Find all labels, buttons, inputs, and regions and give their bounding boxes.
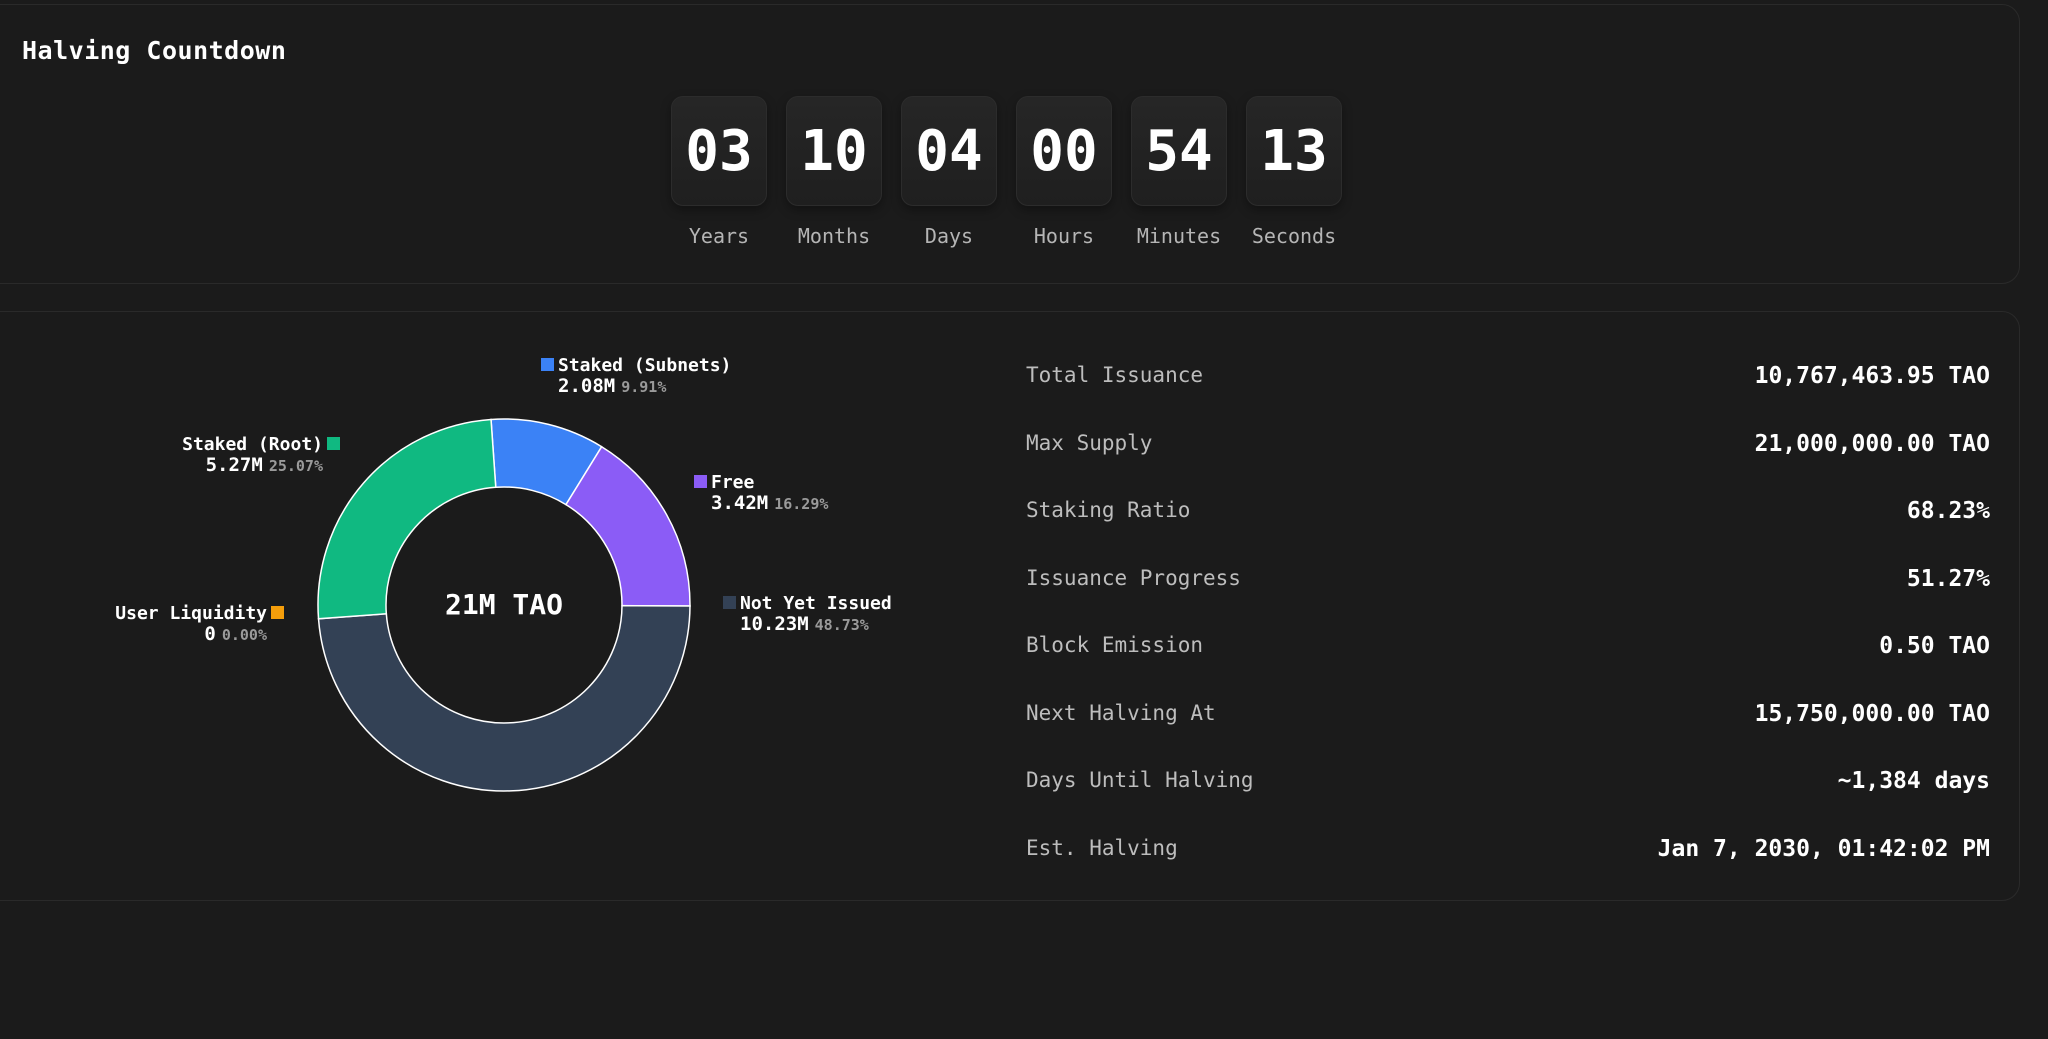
legend-staked-subnets-swatch xyxy=(541,358,554,371)
legend-not-yet-issued-name: Not Yet Issued xyxy=(740,593,892,614)
stat-block-emission-value: 0.50 TAO xyxy=(1879,633,1990,659)
legend-free-percent: 16.29% xyxy=(774,495,829,513)
legend-free-name: Free xyxy=(711,472,755,493)
legend-staked-root-value: 5.27M xyxy=(205,454,263,476)
countdown-minutes: 54 Minutes xyxy=(1131,96,1227,248)
legend-not-yet-issued-value: 10.23M xyxy=(740,613,809,635)
stat-total-issuance-label: Total Issuance xyxy=(1026,363,1204,387)
stat-est-halving-label: Est. Halving xyxy=(1026,836,1178,860)
legend-staked-root-swatch xyxy=(327,437,340,450)
stat-days-until-halving-label: Days Until Halving xyxy=(1026,768,1254,792)
stat-max-supply-value: 21,000,000.00 TAO xyxy=(1754,431,1990,457)
legend-staked-root[interactable]: Staked (Root) 5.27M 25.07% xyxy=(182,435,340,476)
stat-block-emission: Block Emission 0.50 TAO xyxy=(1026,633,1990,663)
countdown-hours-label: Hours xyxy=(1033,224,1095,248)
legend-staked-root-percent: 25.07% xyxy=(268,457,323,475)
countdown-hours: 00 Hours xyxy=(1016,96,1112,248)
legend-user-liquidity[interactable]: User Liquidity 0 0.00% xyxy=(115,604,284,645)
stat-staking-ratio-label: Staking Ratio xyxy=(1026,498,1191,522)
stat-issuance-progress: Issuance Progress 51.27% xyxy=(1026,566,1990,596)
countdown-seconds: 13 Seconds xyxy=(1246,96,1342,248)
legend-free-swatch xyxy=(694,475,707,488)
stat-issuance-progress-value: 51.27% xyxy=(1906,566,1990,592)
stat-staking-ratio-value: 68.23% xyxy=(1906,498,1990,524)
countdown-seconds-value: 13 xyxy=(1246,96,1342,206)
stat-total-issuance: Total Issuance 10,767,463.95 TAO xyxy=(1026,363,1990,393)
legend-free[interactable]: Free 3.42M 16.29% xyxy=(694,473,828,514)
legend-user-liquidity-name: User Liquidity xyxy=(115,603,267,624)
countdown-seconds-label: Seconds xyxy=(1251,224,1337,248)
legend-user-liquidity-percent: 0.00% xyxy=(221,626,267,644)
donut-slice-not-yet-issued[interactable] xyxy=(317,604,691,792)
stat-max-supply-label: Max Supply xyxy=(1026,431,1153,455)
stat-staking-ratio: Staking Ratio 68.23% xyxy=(1026,498,1990,528)
legend-user-liquidity-swatch xyxy=(271,606,284,619)
stat-days-until-halving-value: ~1,384 days xyxy=(1837,768,1990,794)
countdown-minutes-value: 54 xyxy=(1131,96,1227,206)
legend-staked-root-name: Staked (Root) xyxy=(182,434,323,455)
legend-not-yet-issued-swatch xyxy=(723,596,736,609)
stat-est-halving-value: Jan 7, 2030, 01:42:02 PM xyxy=(1657,836,1990,862)
legend-staked-subnets-percent: 9.91% xyxy=(621,378,667,396)
legend-not-yet-issued-percent: 48.73% xyxy=(814,616,869,634)
countdown-minutes-label: Minutes xyxy=(1136,224,1222,248)
legend-staked-subnets-name: Staked (Subnets) xyxy=(558,355,732,376)
legend-user-liquidity-value: 0 xyxy=(204,623,216,645)
supply-donut-chart xyxy=(317,418,691,792)
legend-free-value: 3.42M xyxy=(711,492,769,514)
stat-block-emission-label: Block Emission xyxy=(1026,633,1204,657)
legend-staked-subnets-value: 2.08M xyxy=(558,375,616,397)
legend-staked-subnets[interactable]: Staked (Subnets) 2.08M 9.91% xyxy=(541,356,731,397)
stat-next-halving-at-value: 15,750,000.00 TAO xyxy=(1754,701,1990,727)
stat-next-halving-at-label: Next Halving At xyxy=(1026,701,1216,725)
stat-next-halving-at: Next Halving At 15,750,000.00 TAO xyxy=(1026,701,1990,731)
countdown-hours-value: 00 xyxy=(1016,96,1112,206)
stat-total-issuance-value: 10,767,463.95 TAO xyxy=(1754,363,1990,389)
stat-days-until-halving: Days Until Halving ~1,384 days xyxy=(1026,768,1990,798)
stat-max-supply: Max Supply 21,000,000.00 TAO xyxy=(1026,431,1990,461)
stat-issuance-progress-label: Issuance Progress xyxy=(1026,566,1241,590)
donut-center-label: 21M TAO xyxy=(444,588,563,621)
stat-est-halving: Est. Halving Jan 7, 2030, 01:42:02 PM xyxy=(1026,836,1990,866)
legend-not-yet-issued[interactable]: Not Yet Issued 10.23M 48.73% xyxy=(723,594,892,635)
